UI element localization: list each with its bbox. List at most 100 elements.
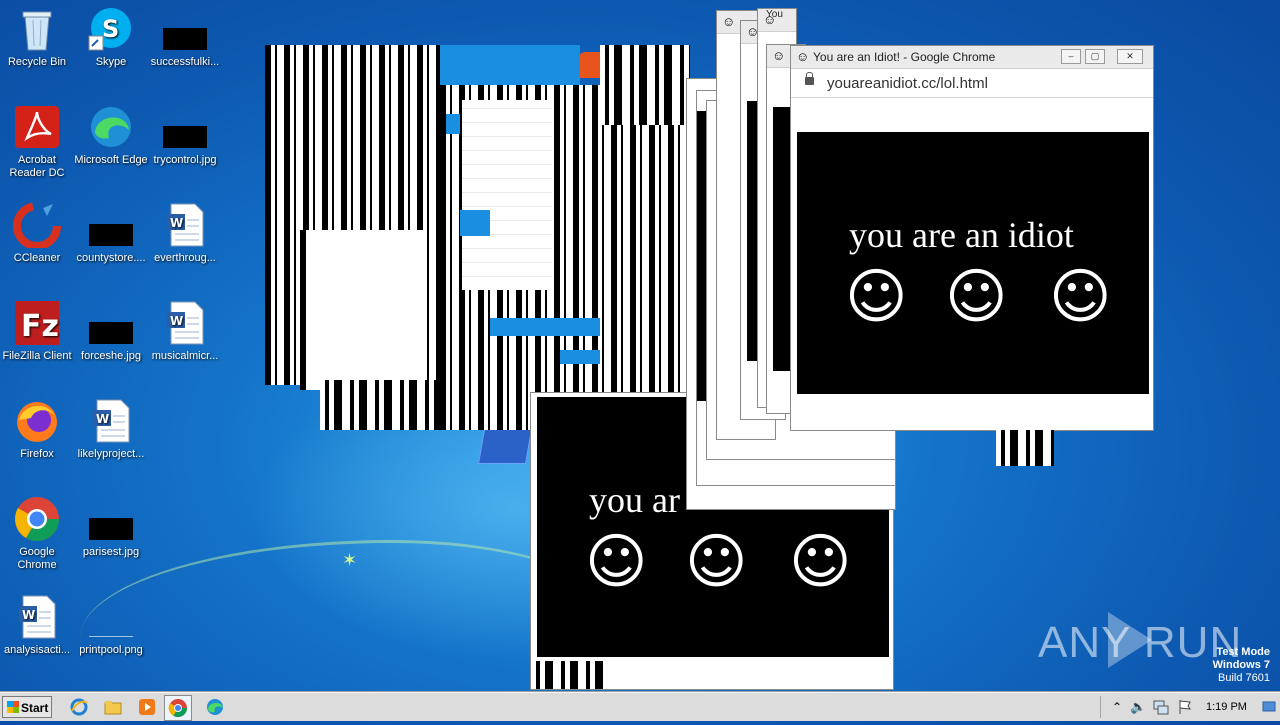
desktop-icon-printpool[interactable]: printpool.png: [74, 594, 148, 657]
smiley-icon: ☺: [772, 48, 786, 63]
desktop-icon-ccleaner[interactable]: CCleaner: [0, 202, 74, 265]
smiley-icon: ☺: [722, 14, 736, 29]
watermark-line: Test Mode: [1216, 646, 1270, 658]
smiley-icon: ☺: [945, 262, 1008, 332]
desktop-icon-filezilla[interactable]: Fz FileZilla Client: [0, 300, 74, 363]
minimize-button[interactable]: –: [1061, 49, 1081, 64]
edge-icon: [87, 104, 135, 150]
idiot-message: you ar: [589, 480, 680, 520]
desktop-icon-label: printpool.png: [79, 644, 143, 656]
desktop-icon-label: Microsoft Edge: [74, 154, 148, 166]
desktop-icon-label: Google Chrome: [17, 546, 57, 571]
test-mode-watermark: Test Mode Windows 7 Build 7601: [1213, 646, 1270, 685]
file-explorer-icon[interactable]: [104, 698, 122, 716]
glitch-window-trail: [600, 45, 690, 125]
wallpaper-logo-orange: [578, 52, 602, 78]
desktop-icon-skype[interactable]: S Skype: [74, 6, 148, 69]
desktop-icon-label: everthroug...: [154, 252, 216, 264]
window-title: You are an Idiot! - Google Chrome: [813, 50, 996, 64]
image-file-icon: [87, 300, 135, 346]
lock-icon: [805, 72, 814, 85]
edge-taskbar-icon[interactable]: [206, 698, 224, 716]
desktop-icon-firefox[interactable]: Firefox: [0, 398, 74, 461]
desktop-icon-label: parisest.jpg: [82, 546, 140, 558]
desktop-icon-label: trycontrol.jpg: [153, 154, 217, 166]
desktop-icon-label: forceshe.jpg: [81, 350, 141, 362]
action-center-flag-icon[interactable]: [1176, 698, 1194, 716]
glitch-window-trail: [320, 380, 440, 430]
glitch-blue-strip: [460, 210, 490, 236]
chrome-popup-window[interactable]: ☺ You are an Idiot! - Google Chrome – ▢ …: [790, 45, 1154, 431]
glitch-blue-strip: [560, 350, 600, 364]
desktop-icon-label: CCleaner: [13, 252, 61, 264]
stacked-titlebar: ☺ You: [758, 9, 796, 32]
svg-text:Fz: Fz: [21, 309, 59, 344]
smiley-icon: ☺: [1049, 262, 1112, 332]
address-url[interactable]: youareanidiot.cc/lol.html: [827, 75, 988, 92]
word-document-icon: W: [13, 594, 61, 640]
firefox-icon: [13, 398, 61, 444]
maximize-button[interactable]: ▢: [1085, 49, 1105, 64]
taskbar-clock[interactable]: 1:19 PM: [1206, 701, 1247, 713]
desktop-icon-edge[interactable]: Microsoft Edge: [74, 104, 148, 167]
smiley-icon: ☺: [585, 527, 648, 597]
smiley-favicon-icon: ☺: [796, 49, 810, 64]
svg-text:S: S: [102, 15, 119, 43]
desktop-icon-musicalmicr[interactable]: W musicalmicr...: [148, 300, 222, 363]
desktop-icon-chrome[interactable]: Google Chrome: [0, 496, 74, 572]
media-player-icon[interactable]: [138, 698, 156, 716]
wallpaper-swoosh: [80, 540, 600, 703]
idiot-message: you are an idiot: [849, 215, 1074, 255]
desktop-icon-recycle-bin[interactable]: Recycle Bin: [0, 6, 74, 69]
desktop-icon-label: successfulki...: [150, 56, 220, 68]
glitch-white-block: [300, 230, 426, 390]
desktop-icon-label: Firefox: [20, 448, 54, 460]
glitch-blue-strip: [490, 318, 600, 336]
desktop-icon-acrobat[interactable]: Acrobat Reader DC: [0, 104, 74, 180]
word-document-icon: W: [161, 300, 209, 346]
desktop-icon-label: likelyproject...: [77, 448, 145, 460]
start-button[interactable]: Start: [2, 696, 52, 718]
image-file-icon: [87, 496, 135, 542]
word-document-icon: W: [87, 398, 135, 444]
glitch-blue-strip: [440, 45, 580, 85]
image-file-icon: [87, 202, 135, 248]
desktop-icon-everthroug[interactable]: W everthroug...: [148, 202, 222, 265]
close-button[interactable]: ✕: [1117, 49, 1143, 64]
desktop-icon-analysis[interactable]: W analysisacti...: [0, 594, 74, 657]
volume-icon[interactable]: 🔈: [1130, 698, 1148, 716]
idiot-panel: you are an idiot ☺ ☺ ☺: [797, 132, 1149, 394]
svg-text:W: W: [170, 314, 183, 328]
chrome-taskbar-icon[interactable]: [164, 695, 192, 721]
acrobat-reader-icon: [13, 104, 61, 150]
show-desktop-icon[interactable]: [1262, 698, 1280, 716]
desktop-icon-label: analysisacti...: [3, 644, 71, 656]
window-titlebar[interactable]: ☺ You are an Idiot! - Google Chrome – ▢ …: [791, 46, 1153, 69]
glitch-blue-strip: [446, 114, 460, 134]
internet-explorer-icon[interactable]: [70, 698, 88, 716]
desktop-icon-label: Recycle Bin: [7, 56, 67, 68]
ccleaner-icon: [13, 202, 61, 250]
recycle-bin-icon: [13, 6, 61, 52]
desktop-icon-label: Skype: [95, 56, 127, 68]
wallpaper-sparkle: ✶: [342, 550, 358, 570]
address-bar[interactable]: youareanidiot.cc/lol.html: [791, 69, 1153, 98]
desktop-icon-parisest[interactable]: parisest.jpg: [74, 496, 148, 559]
image-file-icon: [87, 594, 135, 640]
desktop-icon-countystore[interactable]: countystore....: [74, 202, 148, 265]
watermark-line: Windows 7: [1212, 659, 1270, 671]
word-document-icon: W: [161, 202, 209, 248]
smiley-icon: ☺: [789, 527, 852, 597]
image-file-icon: [161, 104, 209, 150]
desktop-icon-label: musicalmicr...: [151, 350, 219, 362]
taskbar: Start ⌃ 🔈 1:19 PM: [0, 692, 1280, 721]
network-icon[interactable]: [1152, 698, 1170, 716]
desktop-icon-label: Acrobat Reader DC: [9, 154, 65, 179]
desktop-icon-forceshe[interactable]: forceshe.jpg: [74, 300, 148, 363]
image-file-icon: [161, 6, 209, 52]
show-hidden-icons-icon[interactable]: ⌃: [1108, 698, 1126, 716]
skype-icon: S: [87, 6, 135, 52]
desktop-icon-trycontrol[interactable]: trycontrol.jpg: [148, 104, 222, 167]
desktop-icon-successfulki[interactable]: successfulki...: [148, 6, 222, 69]
desktop-icon-likelyproject[interactable]: W likelyproject...: [74, 398, 148, 461]
